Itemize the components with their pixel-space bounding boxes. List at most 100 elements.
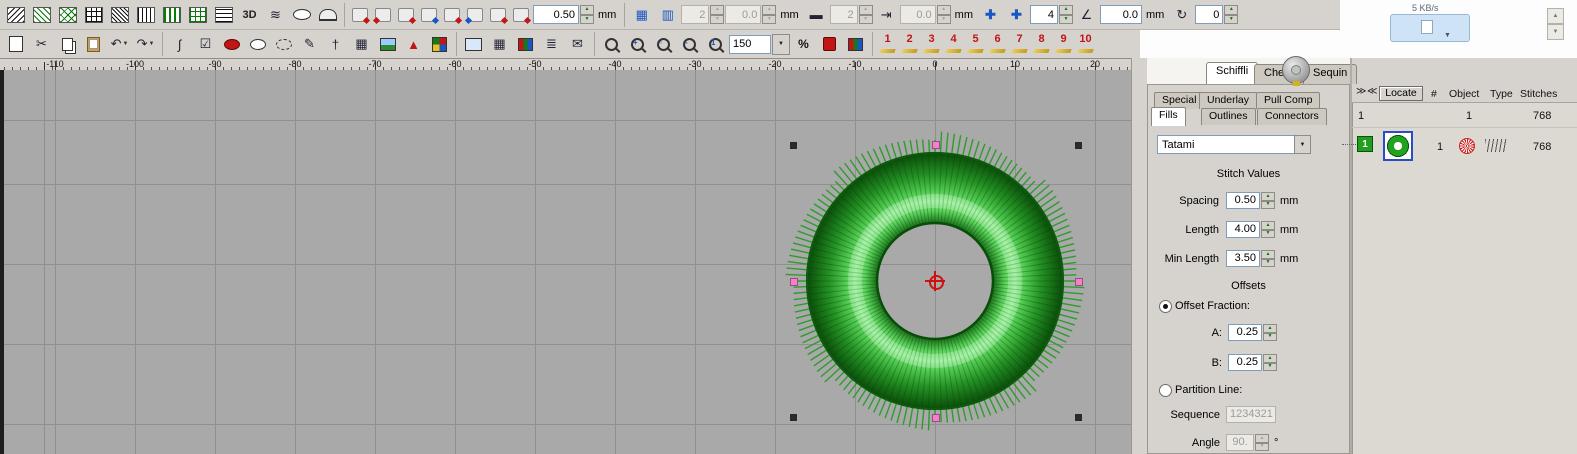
offset-a-spinner[interactable]: ▲▼ <box>1263 324 1277 341</box>
spin-up-icon[interactable]: ▲ <box>937 5 951 15</box>
transfer-down-arrow-icon[interactable]: ▼ <box>1444 32 1451 39</box>
fill-pattern-zigzag-icon[interactable] <box>107 2 132 27</box>
backdrop-button[interactable] <box>375 32 400 57</box>
tab-fills[interactable]: Fills <box>1151 107 1186 126</box>
redo-dropdown-icon[interactable]: ▼ <box>148 41 154 47</box>
zoom-in-button[interactable]: + <box>625 32 650 57</box>
spin-up-icon[interactable]: ▲ <box>1261 192 1275 201</box>
object-thumbnail[interactable] <box>1383 131 1413 161</box>
sequin-tool-8-button[interactable] <box>510 3 532 26</box>
spin-down-icon[interactable]: ▼ <box>1059 15 1073 25</box>
spin-down-icon[interactable]: ▼ <box>762 15 776 25</box>
sequin-tool-3-button[interactable] <box>395 3 417 26</box>
distribute-button[interactable]: ⇥ <box>874 2 899 27</box>
needle-5-button[interactable]: 5 <box>965 33 986 56</box>
design-colors-button[interactable] <box>843 32 868 57</box>
selection-handle-top-left[interactable] <box>790 142 797 149</box>
spin-up-icon[interactable]: ▲ <box>1224 5 1238 15</box>
grid-settings-button[interactable]: ▦ <box>487 32 512 57</box>
sequin-tool-1-button[interactable] <box>349 3 371 26</box>
spacing-tool-button[interactable]: ▬ <box>804 2 829 27</box>
sequin-spacing-input[interactable]: 0.50 <box>533 5 579 24</box>
spin-up-icon[interactable]: ▲ <box>1547 8 1564 24</box>
spin-up-icon[interactable]: ▲ <box>580 5 594 15</box>
angle-input[interactable]: 90. <box>1226 434 1254 451</box>
network-transfer-widget[interactable] <box>1390 14 1470 42</box>
spin-down-icon[interactable]: ▼ <box>1261 230 1275 239</box>
needle-1-button[interactable]: 1 <box>877 33 898 56</box>
needle-2-button[interactable]: 2 <box>899 33 920 56</box>
copies-count-input[interactable]: 4 <box>1030 5 1058 24</box>
locate-button[interactable]: Locate <box>1379 86 1423 101</box>
fill-pattern-cross-icon[interactable] <box>55 2 80 27</box>
tab-underlay[interactable]: Underlay <box>1199 92 1257 109</box>
offset-y-input[interactable]: 0.0 <box>900 5 936 24</box>
needle-10-button[interactable]: 10 <box>1075 33 1096 56</box>
selection-handle-middle-right[interactable] <box>1075 278 1083 286</box>
spin-down-icon[interactable]: ▼ <box>937 15 951 25</box>
group-row-index[interactable]: 1 <box>1358 110 1364 122</box>
tab-outlines[interactable]: Outlines <box>1201 108 1256 125</box>
selection-handle-bottom-right[interactable] <box>1075 414 1082 421</box>
offset-y-spinner[interactable]: ▲▼ <box>937 5 951 24</box>
copy-button[interactable] <box>55 32 80 57</box>
color-palette-button[interactable] <box>427 32 452 57</box>
fill-type-dropdown-icon[interactable]: ▼ <box>1294 135 1311 154</box>
tab-schiffli[interactable]: Schiffli <box>1206 62 1258 85</box>
dome-effect-button[interactable] <box>315 2 340 27</box>
layout-grid-b-button[interactable]: ▥ <box>655 2 680 27</box>
min-length-input[interactable]: 3.50 <box>1226 250 1260 267</box>
top-right-spinner[interactable]: ▲▼ <box>1547 8 1564 40</box>
repeat-count-input[interactable]: 2 <box>681 5 709 24</box>
fill-pattern-vertical-green-icon[interactable] <box>159 2 184 27</box>
spin-down-icon[interactable]: ▼ <box>1261 259 1275 268</box>
fill-pattern-diagonal-icon[interactable] <box>3 2 28 27</box>
column-header-number[interactable]: # <box>1431 88 1437 100</box>
offset-a-input[interactable]: 0.25 <box>1228 324 1262 341</box>
send-design-button[interactable]: ✉ <box>565 32 590 57</box>
cut-button[interactable]: ✂ <box>29 32 54 57</box>
needle-4-button[interactable]: 4 <box>943 33 964 56</box>
zoom-tool-button[interactable] <box>599 32 624 57</box>
offset-x-input[interactable]: 0.0 <box>725 5 761 24</box>
spin-down-icon[interactable]: ▼ <box>859 15 873 25</box>
penetration-tool-button[interactable]: † <box>323 32 348 57</box>
rotation-steps-spinner[interactable]: ▲▼ <box>1224 5 1238 24</box>
rotate-angle-input[interactable]: 0.0 <box>1100 5 1142 24</box>
offset-b-input[interactable]: 0.25 <box>1228 354 1262 371</box>
sequin-tool-7-button[interactable] <box>487 3 509 26</box>
design-canvas[interactable] <box>0 70 1131 454</box>
spin-up-icon[interactable]: ▲ <box>762 5 776 15</box>
spin-down-icon[interactable]: ▼ <box>1263 333 1277 342</box>
outline-ellipse-tool-button[interactable] <box>245 32 270 57</box>
spin-up-icon[interactable]: ▲ <box>1263 324 1277 333</box>
length-input[interactable]: 4.00 <box>1226 221 1260 238</box>
spin-up-icon[interactable]: ▲ <box>1261 221 1275 230</box>
spacing-spinner[interactable]: ▲▼ <box>1261 192 1275 209</box>
selection-handle-top-right[interactable] <box>1075 142 1082 149</box>
min-length-spinner[interactable]: ▲▼ <box>1261 250 1275 267</box>
column-count-spinner[interactable]: ▲▼ <box>859 5 873 24</box>
collapse-panel-icon[interactable]: ≫ <box>1356 86 1366 98</box>
spin-up-icon[interactable]: ▲ <box>1255 434 1269 443</box>
paste-button[interactable] <box>81 32 106 57</box>
fill-pattern-grid-icon[interactable] <box>81 2 106 27</box>
sequin-tool-2-button[interactable] <box>372 3 394 26</box>
zoom-1to1-button[interactable]: 1 <box>703 32 728 57</box>
angle-tool-button[interactable]: ∠ <box>1074 2 1099 27</box>
dashed-ellipse-tool-button[interactable] <box>271 32 296 57</box>
undo-dropdown-icon[interactable]: ▼ <box>122 41 128 47</box>
view-3d-button[interactable]: 3D <box>237 2 262 27</box>
spin-up-icon[interactable]: ▲ <box>1059 5 1073 15</box>
selection-handle-top-center[interactable] <box>932 141 940 149</box>
grid-toggle-button[interactable]: ▦ <box>349 32 374 57</box>
partition-line-radio[interactable] <box>1159 384 1172 397</box>
needle-3-button[interactable]: 3 <box>921 33 942 56</box>
offset-x-spinner[interactable]: ▲▼ <box>762 5 776 24</box>
zoom-level-combo[interactable]: 150 <box>729 35 771 54</box>
selection-handle-bottom-left[interactable] <box>790 414 797 421</box>
tab-connectors[interactable]: Connectors <box>1257 108 1327 125</box>
fill-pattern-diagonal-green-icon[interactable] <box>29 2 54 27</box>
spin-down-icon[interactable]: ▼ <box>1263 363 1277 372</box>
zoom-percent-button[interactable]: % <box>791 32 816 57</box>
